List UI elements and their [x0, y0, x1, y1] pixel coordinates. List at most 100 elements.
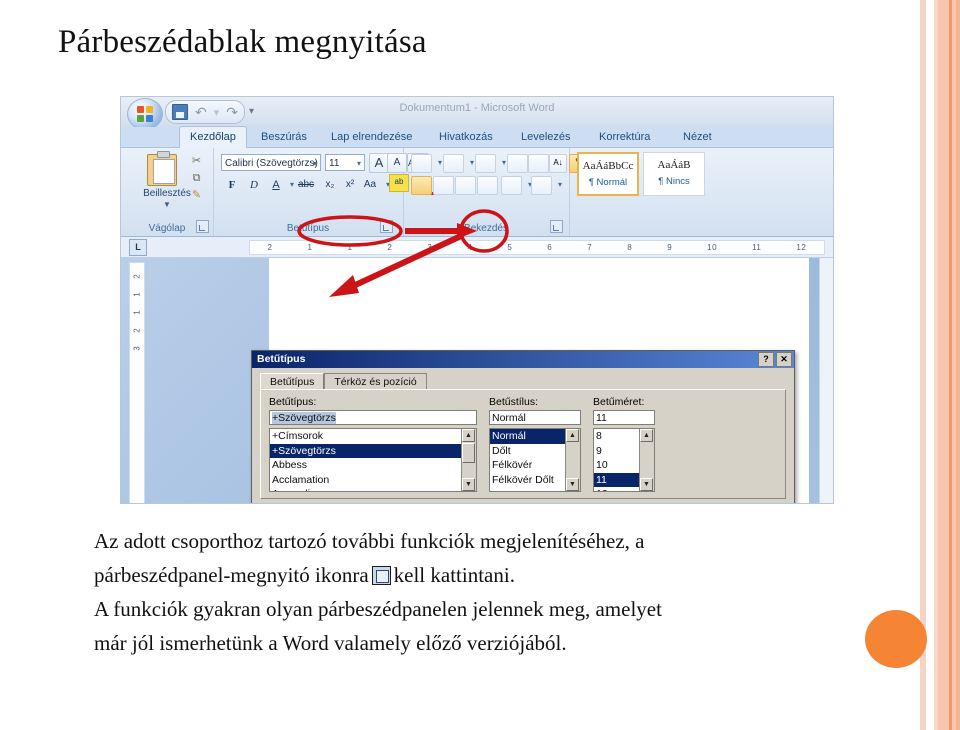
page-title: Párbeszédablak megnyitása [58, 24, 427, 60]
horizontal-ruler[interactable]: 2 1 1 2 3 4 5 6 7 8 9 10 11 12 [249, 240, 825, 255]
dialog-pane: Betűtípus: +Szövegtörzs +Címsorok +Szöve… [260, 389, 786, 499]
scroll-up-icon[interactable]: ▲ [462, 429, 475, 442]
change-case-button[interactable]: Aa [361, 176, 379, 194]
clipboard-dialog-launcher-icon[interactable] [196, 220, 209, 233]
group-styles: AaÁáBbCc ¶ Normál AaÁáB ¶ Nincs [569, 148, 705, 236]
superscript-button[interactable]: x² [341, 176, 359, 194]
scroll-down-icon[interactable]: ▼ [462, 478, 475, 491]
font-size-value: 11 [329, 158, 340, 169]
scroll-thumb[interactable] [462, 443, 475, 463]
list-item[interactable]: +Szövegtörzs [270, 443, 476, 458]
help-icon[interactable]: ? [758, 352, 774, 367]
font-size-input[interactable]: 11 [593, 410, 655, 425]
font-size-input[interactable]: 11 ▾ [325, 154, 365, 171]
multilevel-list-icon[interactable] [475, 154, 496, 173]
paragraph-dialog-launcher-icon[interactable] [550, 220, 563, 233]
style-item-nincs[interactable]: AaÁáB ¶ Nincs [643, 152, 705, 196]
tab-lap-elrendezese[interactable]: Lap elrendezése [321, 127, 422, 147]
font-list-scrollbar[interactable]: ▲ ▼ [461, 429, 476, 491]
ruler-mark: 12 [796, 243, 807, 252]
decor-orange-circle [865, 610, 927, 668]
dialog-title: Betűtípus [257, 353, 306, 365]
tab-korrektura[interactable]: Korrektúra [589, 127, 660, 147]
document-canvas: 2 1 1 2 3 Betűtípus ? ✕ Betűtípus Térköz… [121, 258, 833, 503]
sort-az-icon[interactable]: A↓ [549, 154, 567, 173]
font-name-input[interactable]: Calibri (Szövegtörzs) ▾ [221, 154, 321, 171]
increase-indent-icon[interactable] [528, 154, 549, 173]
scroll-up-icon[interactable]: ▲ [640, 429, 653, 442]
vertical-ruler[interactable]: 2 1 1 2 3 [129, 262, 145, 503]
ruler-mark: 10 [707, 243, 718, 252]
scroll-down-icon[interactable]: ▼ [566, 478, 579, 491]
group-font: Calibri (Szövegtörzs) ▾ 11 ▾ A A Aa⌫ F D… [213, 148, 446, 236]
shading-dropdown-icon[interactable]: ▾ [551, 176, 569, 194]
ruler-mark: 5 [507, 243, 513, 252]
list-item[interactable]: Abbess [270, 458, 476, 473]
ruler-mark: 1 [132, 310, 142, 315]
tab-stop-selector[interactable]: L [129, 239, 147, 256]
font-size-label: Betűméret: [593, 396, 645, 408]
group-clipboard: Beillesztés ▼ ✂ ⧉ ✎ Vágólap [121, 148, 214, 236]
align-center-icon[interactable] [433, 176, 454, 195]
line-spacing-icon[interactable] [501, 176, 522, 195]
ruler-mark: 1 [347, 243, 353, 252]
shading-icon[interactable] [531, 176, 552, 195]
subscript-button[interactable]: x₂ [321, 176, 339, 194]
paste-icon[interactable] [147, 151, 177, 186]
font-name-input[interactable]: +Szövegtörzs [269, 410, 477, 425]
scissors-icon[interactable]: ✂ [189, 154, 204, 168]
paintbrush-icon[interactable]: ✎ [189, 188, 204, 202]
numbered-list-icon[interactable] [443, 154, 464, 173]
strikethrough-button[interactable]: abc [297, 176, 315, 194]
font-name-listbox[interactable]: +Címsorok +Szövegtörzs Abbess Acclamatio… [269, 428, 477, 492]
scroll-up-icon[interactable]: ▲ [566, 429, 579, 442]
align-justify-icon[interactable] [477, 176, 498, 195]
font-style-input[interactable]: Normál [489, 410, 581, 425]
scroll-down-icon[interactable]: ▼ [640, 478, 653, 491]
align-right-icon[interactable] [455, 176, 476, 195]
dialog-title-bar: Betűtípus ? ✕ [252, 351, 794, 368]
bullet-list-icon[interactable] [411, 154, 432, 173]
list-item[interactable]: Acclamation [270, 473, 476, 488]
tab-beszuras[interactable]: Beszúrás [251, 127, 317, 147]
font-dialog[interactable]: Betűtípus ? ✕ Betűtípus Térköz és pozíci… [251, 350, 795, 503]
ribbon: Beillesztés ▼ ✂ ⧉ ✎ Vágólap Calibri (Szö… [121, 148, 833, 237]
style-preview: AaÁáB [657, 159, 691, 171]
ruler-mark: 4 [467, 243, 473, 252]
bold-button[interactable]: F [223, 176, 241, 194]
ruler-bar: L 2 1 1 2 3 4 5 6 7 8 9 10 11 12 [121, 237, 833, 258]
body-line-2-after: kell kattintani. [393, 563, 515, 587]
tab-hivatkozas[interactable]: Hivatkozás [429, 127, 503, 147]
style-name: ¶ Nincs [658, 176, 690, 187]
font-size-listbox[interactable]: 8 9 10 11 12 ▲ ▼ [593, 428, 655, 492]
font-size-value: 11 [596, 412, 607, 424]
style-item-normal[interactable]: AaÁáBbCc ¶ Normál [577, 152, 639, 196]
ruler-mark: 7 [587, 243, 593, 252]
decor-stripe-5 [956, 0, 960, 730]
copy-icon[interactable]: ⧉ [189, 171, 204, 185]
vertical-scrollbar[interactable] [819, 258, 833, 503]
tab-nezet[interactable]: Nézet [673, 127, 722, 147]
ruler-mark: 2 [132, 328, 142, 333]
grow-font-button[interactable]: A [369, 153, 389, 173]
list-item[interactable]: Acropolis [270, 487, 476, 491]
ruler-mark: 9 [667, 243, 673, 252]
ruler-mark: 2 [267, 243, 273, 252]
decrease-indent-icon[interactable] [507, 154, 528, 173]
italic-button[interactable]: D [245, 176, 263, 194]
group-paragraph: ▾ ▾ ▾ A↓ ¶ ▾ ▾ Bekezdés [403, 148, 587, 236]
chevron-down-icon[interactable]: ▾ [313, 155, 317, 172]
ruler-mark: 3 [427, 243, 433, 252]
close-icon[interactable]: ✕ [776, 352, 792, 367]
font-name-value: +Szövegtörzs [272, 412, 336, 424]
list-item[interactable]: +Címsorok [270, 429, 476, 444]
font-dialog-launcher-icon[interactable] [380, 220, 393, 233]
style-list-scrollbar[interactable]: ▲ ▼ [565, 429, 580, 491]
tab-levelezes[interactable]: Levelezés [511, 127, 581, 147]
font-name-label: Betűtípus: [269, 396, 317, 408]
tab-kezdolap[interactable]: Kezdőlap [179, 126, 247, 148]
align-left-icon[interactable] [411, 176, 432, 195]
font-style-listbox[interactable]: Normál Dőlt Félkövér Félkövér Dőlt ▲ ▼ [489, 428, 581, 492]
chevron-down-icon[interactable]: ▾ [357, 155, 361, 172]
size-list-scrollbar[interactable]: ▲ ▼ [639, 429, 654, 491]
